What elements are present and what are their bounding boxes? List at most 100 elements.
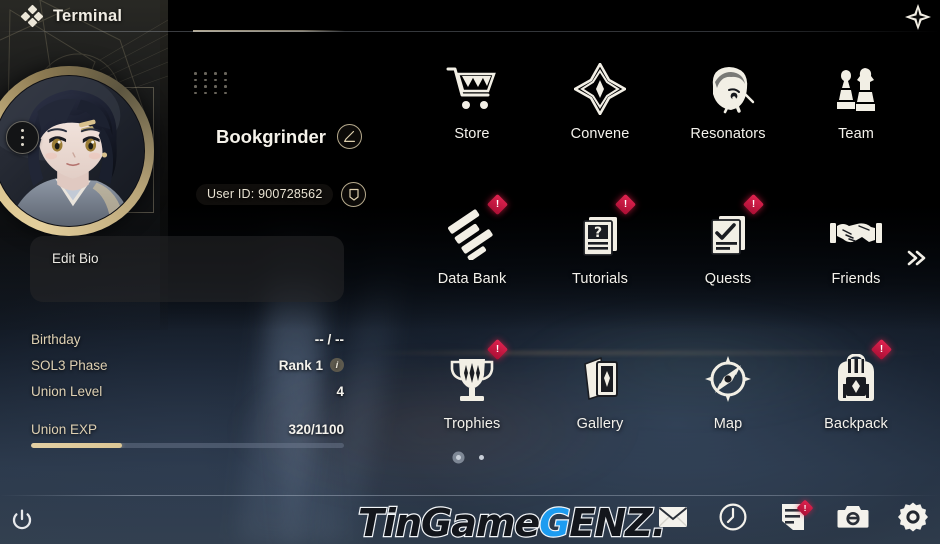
stat-value: -- / -- bbox=[315, 332, 344, 347]
menu-item-label: Quests bbox=[704, 271, 752, 287]
power-icon[interactable] bbox=[6, 504, 38, 536]
shopping-cart-icon bbox=[446, 52, 498, 126]
dot bbox=[20, 129, 25, 133]
notification-badge: ! bbox=[614, 193, 637, 216]
user-id-label: User ID: 900728562 bbox=[196, 184, 334, 205]
camera-button[interactable] bbox=[836, 502, 870, 536]
menu-item-tutorials[interactable]: ? ! Tutorials bbox=[536, 193, 664, 315]
window-title-group: Terminal bbox=[20, 2, 123, 30]
stat-row-birthday: Birthday -- / -- bbox=[31, 326, 344, 352]
character-head-icon bbox=[701, 52, 755, 126]
notice-board-button[interactable]: ! bbox=[776, 499, 814, 536]
watermark-part-3: ENZ. bbox=[568, 501, 667, 544]
backpack-icon bbox=[832, 342, 880, 416]
dot bbox=[20, 135, 25, 140]
four-diamond-icon bbox=[20, 4, 44, 28]
stat-label: SOL3 Phase bbox=[31, 357, 108, 373]
page-dot-1[interactable] bbox=[456, 455, 461, 460]
camera-icon bbox=[837, 504, 869, 535]
pencil-edit-icon[interactable] bbox=[336, 124, 362, 149]
title-bar-divider bbox=[0, 31, 940, 32]
stat-row-sol3-phase: SOL3 Phase Rank 1 i bbox=[31, 352, 344, 378]
user-id-row: User ID: 900728562 bbox=[196, 182, 367, 207]
clock-icon bbox=[719, 503, 747, 536]
menu-item-label: Team bbox=[838, 126, 874, 142]
dot-grid-decoration bbox=[194, 72, 230, 95]
menu-item-data-bank[interactable]: ! Data Bank bbox=[408, 193, 536, 315]
page-indicator bbox=[0, 455, 940, 460]
stat-value: 4 bbox=[336, 384, 344, 399]
menu-item-resonators[interactable]: Resonators bbox=[664, 52, 792, 170]
close-star-icon[interactable] bbox=[900, 0, 936, 34]
menu-item-quests[interactable]: ! Quests bbox=[664, 193, 792, 315]
union-exp-value: 320/1100 bbox=[288, 422, 344, 437]
notification-badge: ! bbox=[870, 338, 893, 361]
watermark-part-1: TinGame bbox=[357, 501, 542, 544]
clock-button[interactable] bbox=[716, 502, 750, 536]
watermark: TinGameGENZ. bbox=[357, 501, 668, 544]
notification-badge-text: ! bbox=[751, 199, 756, 210]
union-exp-block: Union EXP 320/1100 bbox=[31, 422, 344, 448]
page-title: Terminal bbox=[53, 6, 123, 25]
profile-stats: Birthday -- / -- SOL3 Phase Rank 1 i Uni… bbox=[31, 326, 344, 448]
menu-item-map[interactable]: Map bbox=[664, 342, 792, 460]
union-exp-progress-fill bbox=[31, 443, 122, 448]
menu-item-label: Store bbox=[454, 126, 490, 142]
double-chevron-right-icon[interactable] bbox=[900, 243, 932, 273]
stat-value-text: 4 bbox=[336, 383, 344, 399]
stat-label: Union Level bbox=[31, 383, 103, 399]
handshake-icon bbox=[829, 197, 883, 271]
menu-item-backpack[interactable]: ! Backpack bbox=[792, 338, 920, 460]
notification-badge: ! bbox=[486, 338, 509, 361]
notification-badge-text: ! bbox=[495, 199, 500, 210]
window-title-bar: Terminal bbox=[0, 0, 940, 33]
svg-text:?: ? bbox=[594, 225, 602, 241]
trophy-icon bbox=[448, 342, 496, 416]
menu-item-label: Map bbox=[713, 416, 743, 432]
watermark-part-2: G bbox=[538, 501, 572, 544]
notification-badge: ! bbox=[742, 193, 765, 216]
menu-item-store[interactable]: Store bbox=[408, 52, 536, 170]
stat-value-text: -- / -- bbox=[314, 331, 344, 347]
compass-needle-icon bbox=[703, 342, 753, 416]
menu-item-label: Tutorials bbox=[572, 271, 628, 287]
avatar-options-button[interactable] bbox=[6, 121, 39, 154]
menu-item-label: Trophies bbox=[443, 416, 501, 432]
gear-settings-icon bbox=[898, 502, 928, 537]
main-menu-grid: Store Convene Resonators Team ! Data Ban… bbox=[408, 52, 920, 460]
notification-badge-text: ! bbox=[803, 503, 807, 513]
copy-icon[interactable] bbox=[341, 182, 367, 207]
page-dot-2[interactable] bbox=[479, 455, 484, 460]
union-exp-progress-bar bbox=[31, 443, 344, 448]
chess-pieces-icon bbox=[832, 52, 880, 126]
bottom-bar-divider bbox=[0, 495, 940, 496]
menu-item-label: Gallery bbox=[576, 416, 624, 432]
menu-item-convene[interactable]: Convene bbox=[536, 52, 664, 170]
menu-item-label: Data Bank bbox=[437, 271, 507, 287]
union-exp-row: Union EXP 320/1100 bbox=[31, 422, 344, 437]
notification-badge-text: ! bbox=[879, 344, 884, 355]
stat-value-text: Rank 1 bbox=[278, 357, 323, 373]
notification-badge: ! bbox=[486, 193, 509, 216]
game-terminal-screen: Terminal Bookgrinder User ID: 900728562 … bbox=[0, 0, 940, 544]
edit-bio-label: Edit Bio bbox=[52, 251, 99, 266]
menu-item-gallery[interactable]: Gallery bbox=[536, 342, 664, 460]
menu-item-label: Resonators bbox=[690, 126, 766, 142]
cards-icon bbox=[575, 342, 625, 416]
stat-row-union-level: Union Level 4 bbox=[31, 378, 344, 404]
menu-item-trophies[interactable]: ! Trophies bbox=[408, 338, 536, 460]
stat-label: Birthday bbox=[31, 331, 81, 347]
info-icon[interactable]: i bbox=[330, 358, 344, 372]
edit-bio-box[interactable]: Edit Bio bbox=[30, 236, 344, 302]
menu-item-label: Backpack bbox=[824, 416, 888, 432]
notification-badge-text: ! bbox=[623, 199, 628, 210]
player-name-row: Bookgrinder bbox=[216, 124, 362, 149]
menu-item-team[interactable]: Team bbox=[792, 52, 920, 170]
union-exp-label: Union EXP bbox=[31, 422, 98, 437]
notification-badge: ! bbox=[796, 499, 814, 517]
notification-badge-text: ! bbox=[495, 344, 500, 355]
bottom-tray: ! bbox=[656, 499, 930, 538]
gear-settings-button[interactable] bbox=[896, 502, 930, 536]
menu-item-label: Convene bbox=[570, 126, 630, 142]
menu-item-label: Friends bbox=[831, 271, 881, 287]
